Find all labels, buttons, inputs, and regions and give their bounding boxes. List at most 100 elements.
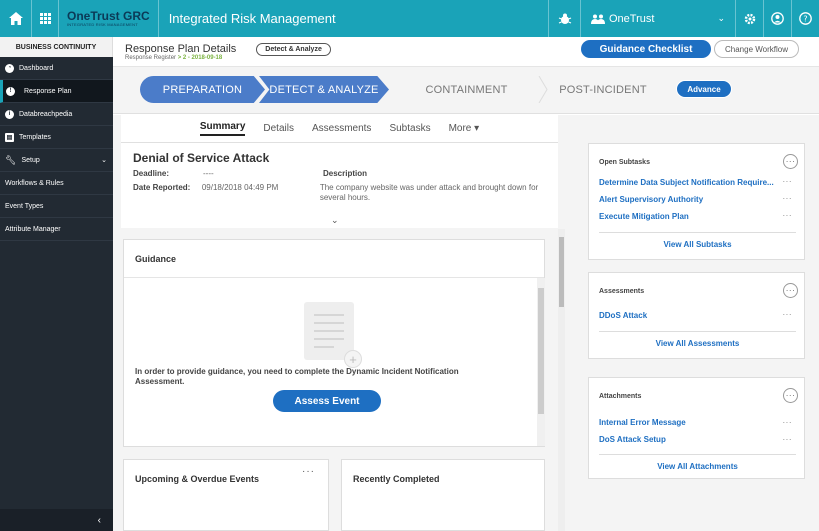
plus-icon: + [344,350,362,368]
assessment-item[interactable]: DDoS Attack [599,311,647,320]
advance-button[interactable]: Advance [676,80,732,98]
view-all-assessments-link[interactable]: View All Assessments [589,339,806,348]
expand-chevron-icon[interactable]: ⌄ [331,215,339,226]
guidance-text: In order to provide guidance, you need t… [135,367,459,386]
deadline-label: Deadline: [133,169,170,178]
apps-grid-icon[interactable] [32,0,59,37]
dashboard-icon: ◔ [5,63,14,73]
stage-post-incident[interactable]: POST-INCIDENT [548,76,658,103]
attachments-card: Attachments ··· Internal Error Message ·… [588,377,805,479]
description-value: The company website was under attack and… [319,183,539,202]
guidance-checklist-button[interactable]: Guidance Checklist [581,40,711,58]
brand-name: OneTrust GRC [67,9,150,23]
sidebar-item-workflows-rules[interactable]: Workflows & Rules [0,172,113,195]
item-more-icon[interactable]: ··· [783,418,793,427]
content-scrollbar-thumb[interactable] [559,237,564,307]
sidebar-item-label: Templates [19,133,51,141]
item-more-icon[interactable]: ··· [783,194,793,203]
divider [599,454,796,455]
breadcrumb-link[interactable]: > 2 - 2018-09-18 [178,55,223,61]
stage-pill: Detect & Analyze [256,43,331,56]
sidebar-header: BUSINESS CONTINUITY [0,37,113,57]
tab-subtasks[interactable]: Subtasks [389,123,430,134]
template-icon: ▤ [5,132,14,142]
document-icon: + [304,302,362,368]
info-icon: i [5,109,14,119]
item-more-icon[interactable]: ··· [783,177,793,186]
change-workflow-button[interactable]: Change Workflow [714,40,799,58]
view-all-subtasks-link[interactable]: View All Subtasks [589,240,806,249]
chevron-left-icon: ‹ [97,514,101,526]
page-title: Response Plan Details [125,42,237,55]
sidebar-item-response-plan[interactable]: ! Response Plan [0,80,113,103]
item-more-icon[interactable]: ··· [783,211,793,220]
help-icon[interactable]: ? [791,0,819,37]
org-name: OneTrust [609,12,655,25]
item-more-icon[interactable]: ··· [783,435,793,444]
right-panel: Open Subtasks ··· Determine Data Subject… [568,115,819,531]
sidebar-item-databreachpedia[interactable]: i Databreachpedia [0,103,113,126]
summary-section: Denial of Service Attack Deadline: ---- … [121,143,558,228]
alert-icon: ! [6,86,15,96]
assessments-title: Assessments [599,288,645,295]
sidebar-item-attribute-manager[interactable]: Attribute Manager [0,218,113,241]
sidebar-item-label: Attribute Manager [5,225,61,233]
open-subtasks-card: Open Subtasks ··· Determine Data Subject… [588,143,805,260]
sidebar-item-dashboard[interactable]: ◔ Dashboard [0,57,113,80]
stage-containment[interactable]: CONTAINMENT [389,76,544,103]
stage-detect-analyze[interactable]: DETECT & ANALYZE [259,76,389,103]
divider [599,232,796,233]
sidebar-item-templates[interactable]: ▤ Templates [0,126,113,149]
stage-preparation[interactable]: PREPARATION [140,76,265,103]
view-all-attachments-link[interactable]: View All Attachments [589,462,806,471]
assess-event-button[interactable]: Assess Event [273,390,381,412]
sidebar-item-event-types[interactable]: Event Types [0,195,113,218]
attachment-item[interactable]: DoS Attack Setup [599,435,666,444]
bug-icon[interactable] [548,0,580,37]
item-more-icon[interactable]: ··· [783,310,793,319]
onetrust-logo[interactable]: OneTrust GRC INTEGRATED RISK MANAGEMENT [59,0,159,37]
more-options-icon[interactable]: ··· [783,283,798,298]
event-title: Denial of Service Attack [133,151,270,165]
upcoming-events-title: Upcoming & Overdue Events [135,474,260,484]
guidance-scrollbar-thumb[interactable] [538,288,544,414]
attachment-item[interactable]: Internal Error Message [599,418,686,427]
subtask-item[interactable]: Alert Supervisory Authority [599,195,703,204]
tab-details[interactable]: Details [263,123,294,134]
open-subtasks-title: Open Subtasks [599,159,650,166]
org-selector[interactable]: OneTrust ⌄ [580,0,735,37]
subtask-item[interactable]: Determine Data Subject Notification Requ… [599,178,774,187]
more-options-icon[interactable]: ··· [783,388,798,403]
sidebar-item-label: Response Plan [24,87,72,95]
subtask-item[interactable]: Execute Mitigation Plan [599,212,689,221]
sidebar-item-label: Databreachpedia [19,110,73,118]
recently-completed-title: Recently Completed [353,474,440,484]
sidebar-collapse-button[interactable]: ‹ [0,509,113,531]
top-bar: OneTrust GRC INTEGRATED RISK MANAGEMENT … [0,0,819,37]
tab-summary[interactable]: Summary [199,121,246,136]
more-options-icon[interactable]: ··· [783,154,798,169]
user-avatar-icon[interactable] [763,0,791,37]
org-users-icon [591,14,605,24]
assessments-card: Assessments ··· DDoS Attack ··· View All… [588,272,805,359]
date-reported-value: 09/18/2018 04:49 PM [201,183,279,192]
svg-text:?: ? [803,15,807,24]
tab-assessments[interactable]: Assessments [312,123,371,134]
breadcrumb-prefix: Response Register [125,54,177,61]
breadcrumb: Response Register > 2 - 2018-09-18 [125,55,236,61]
home-icon[interactable] [0,0,32,37]
attachments-title: Attachments [599,393,642,400]
guidance-card: Guidance + In order to provide guidance,… [123,239,545,447]
detail-tabs: Summary Details Assessments Subtasks Mor… [121,115,558,143]
sidebar-item-label: Dashboard [19,64,54,72]
content-area: Summary Details Assessments Subtasks Mor… [113,115,819,531]
deadline-value: ---- [203,169,214,178]
description-label: Description [323,169,368,178]
gear-icon[interactable] [735,0,763,37]
tab-more[interactable]: More ▾ [449,123,480,134]
sidebar-item-label: Setup [21,156,40,164]
date-reported-label: Date Reported: [133,183,191,192]
center-panel: Summary Details Assessments Subtasks Mor… [121,115,558,531]
more-options-icon[interactable]: ··· [302,466,315,477]
sidebar-item-setup[interactable]: 🔧︎ Setup ⌄ [0,149,113,172]
